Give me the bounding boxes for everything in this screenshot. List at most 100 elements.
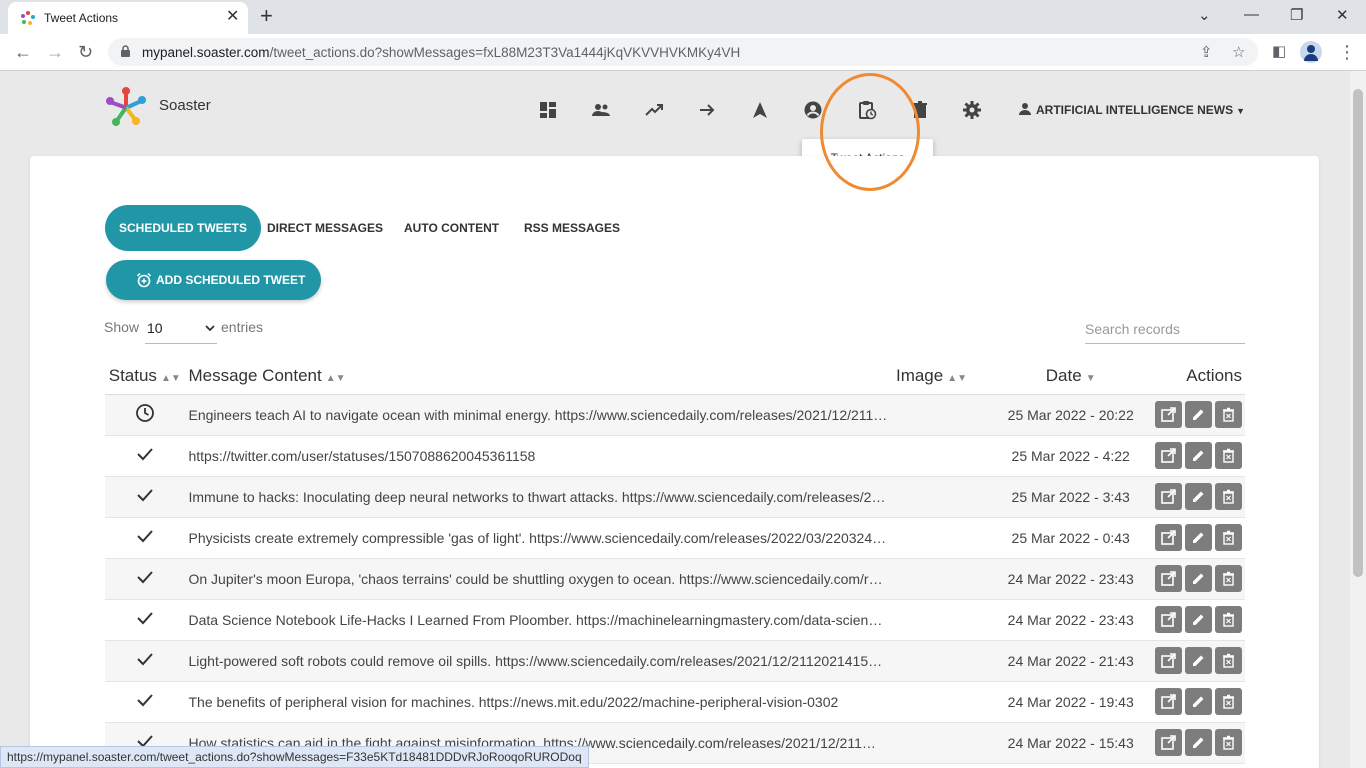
message-cell[interactable]: Light-powered soft robots could remove o…: [184, 640, 896, 682]
brand-logo[interactable]: Soaster: [104, 85, 211, 134]
edit-button[interactable]: [1185, 442, 1212, 469]
forward-arrow-icon[interactable]: →: [46, 42, 64, 62]
page-scrollbar[interactable]: [1350, 71, 1366, 768]
date-cell: 24 Mar 2022 - 23:43: [989, 558, 1152, 600]
delete-button[interactable]: [1215, 647, 1242, 674]
account-menu[interactable]: ARTIFICIAL INTELLIGENCE NEWS ▼: [1018, 102, 1245, 117]
open-external-button[interactable]: [1155, 401, 1182, 428]
close-tab-icon[interactable]: ✕: [226, 9, 239, 25]
tab-rss-messages[interactable]: RSS MESSAGES: [524, 205, 620, 251]
edit-button[interactable]: [1185, 647, 1212, 674]
status-cell: [105, 435, 185, 477]
browser-menu-icon[interactable]: ⋮: [1338, 42, 1356, 62]
person-icon: [1019, 103, 1031, 115]
actions-cell: [1151, 558, 1245, 600]
account-circle-icon[interactable]: [803, 100, 823, 120]
share-icon[interactable]: ⇪: [1200, 43, 1213, 61]
close-window-icon[interactable]: ✕: [1336, 6, 1349, 24]
sort-desc-icon: ▼: [1085, 373, 1096, 385]
minimize-icon[interactable]: —: [1244, 6, 1259, 23]
reload-icon[interactable]: ↻: [78, 42, 93, 62]
delete-button[interactable]: [1215, 442, 1242, 469]
app-page: Soaster ARTIFICIAL INTELLIGENCE NEWS ▼ S…: [0, 71, 1350, 768]
message-cell[interactable]: Data Science Notebook Life-Hacks I Learn…: [184, 599, 896, 641]
browser-tab-strip: Tweet Actions ✕ + ⌄ — ❐ ✕: [0, 0, 1366, 34]
restore-icon[interactable]: ❐: [1290, 6, 1303, 24]
search-records-input[interactable]: Search records: [1085, 316, 1245, 344]
new-tab-icon[interactable]: +: [260, 5, 273, 27]
edit-button[interactable]: [1185, 565, 1212, 592]
delete-button[interactable]: [1215, 565, 1242, 592]
actions-cell: [1151, 517, 1245, 559]
image-column-header[interactable]: Image ▲▼: [895, 359, 990, 395]
entries-value: 10: [147, 320, 163, 336]
profile-avatar[interactable]: [1300, 41, 1322, 63]
back-arrow-icon[interactable]: ←: [14, 42, 32, 62]
edit-button[interactable]: [1185, 524, 1212, 551]
delete-button[interactable]: [1215, 606, 1242, 633]
pencil-icon: [1193, 655, 1204, 666]
open-external-button[interactable]: [1155, 483, 1182, 510]
delete-button[interactable]: [1215, 688, 1242, 715]
browser-tab[interactable]: Tweet Actions ✕: [8, 2, 248, 34]
trash-icon: [1223, 448, 1234, 463]
open-external-button[interactable]: [1155, 606, 1182, 633]
message-cell[interactable]: Engineers teach AI to navigate ocean wit…: [184, 394, 896, 436]
open-external-button[interactable]: [1155, 729, 1182, 756]
trash-icon: [1223, 489, 1234, 504]
scheduled-tweets-table: Status ▲▼ Message Content ▲▼ Image ▲▼ Date ▼…: [105, 359, 1245, 764]
side-panel-icon[interactable]: ◧: [1272, 42, 1286, 62]
delete-button[interactable]: [1215, 729, 1242, 756]
status-cell: [105, 558, 185, 600]
address-bar[interactable]: mypanel.soaster.com/tweet_actions.do?sho…: [108, 38, 1258, 66]
message-cell[interactable]: On Jupiter's moon Europa, 'chaos terrain…: [184, 558, 896, 600]
open-external-button[interactable]: [1155, 688, 1182, 715]
open-external-button[interactable]: [1155, 565, 1182, 592]
tab-search-chevron-icon[interactable]: ⌄: [1198, 6, 1211, 24]
table-row: Data Science Notebook Life-Hacks I Learn…: [105, 599, 1245, 641]
navigation-icon[interactable]: [750, 100, 770, 120]
edit-button[interactable]: [1185, 688, 1212, 715]
trending-icon[interactable]: [644, 100, 664, 120]
message-cell[interactable]: Physicists create extremely compressible…: [184, 517, 896, 559]
actions-cell: [1151, 476, 1245, 518]
delete-button[interactable]: [1215, 483, 1242, 510]
alarm-add-icon: [136, 272, 152, 288]
add-scheduled-tweet-button[interactable]: ADD SCHEDULED TWEET: [106, 260, 321, 300]
sort-icon: ▲▼: [947, 373, 968, 385]
link-status-bar: https://mypanel.soaster.com/tweet_action…: [0, 746, 589, 768]
actions-cell: [1151, 599, 1245, 641]
date-cell: 25 Mar 2022 - 3:43: [989, 476, 1152, 518]
pencil-icon: [1193, 450, 1204, 461]
message-cell[interactable]: https://twitter.com/user/statuses/150708…: [184, 435, 896, 477]
status-cell: [105, 681, 185, 723]
bookmark-star-icon[interactable]: ☆: [1232, 43, 1245, 61]
users-icon[interactable]: [591, 100, 611, 120]
message-cell[interactable]: The benefits of peripheral vision for ma…: [184, 681, 896, 723]
edit-button[interactable]: [1185, 606, 1212, 633]
arrow-right-icon[interactable]: [697, 100, 717, 120]
tab-direct-messages[interactable]: DIRECT MESSAGES: [267, 205, 383, 251]
date-column-header[interactable]: Date ▼: [989, 359, 1152, 395]
delete-button[interactable]: [1215, 401, 1242, 428]
edit-button[interactable]: [1185, 729, 1212, 756]
brand-name: Soaster: [159, 97, 211, 114]
open-external-button[interactable]: [1155, 524, 1182, 551]
edit-button[interactable]: [1185, 401, 1212, 428]
message-column-header[interactable]: Message Content ▲▼: [184, 359, 896, 395]
scrollbar-thumb[interactable]: [1353, 89, 1363, 577]
open-external-button[interactable]: [1155, 442, 1182, 469]
delete-button[interactable]: [1215, 524, 1242, 551]
tab-auto-content[interactable]: AUTO CONTENT: [404, 205, 499, 251]
edit-button[interactable]: [1185, 483, 1212, 510]
open-external-icon: [1161, 694, 1176, 709]
message-cell[interactable]: Immune to hacks: Inoculating deep neural…: [184, 476, 896, 518]
image-cell: [895, 435, 990, 477]
gear-icon[interactable]: [962, 100, 982, 120]
open-external-button[interactable]: [1155, 647, 1182, 674]
status-column-header[interactable]: Status ▲▼: [105, 359, 185, 395]
tab-scheduled-tweets[interactable]: SCHEDULED TWEETS: [105, 205, 262, 251]
open-external-icon: [1161, 653, 1176, 668]
dashboard-icon[interactable]: [538, 100, 558, 120]
entries-per-page-select[interactable]: 10: [145, 316, 217, 344]
